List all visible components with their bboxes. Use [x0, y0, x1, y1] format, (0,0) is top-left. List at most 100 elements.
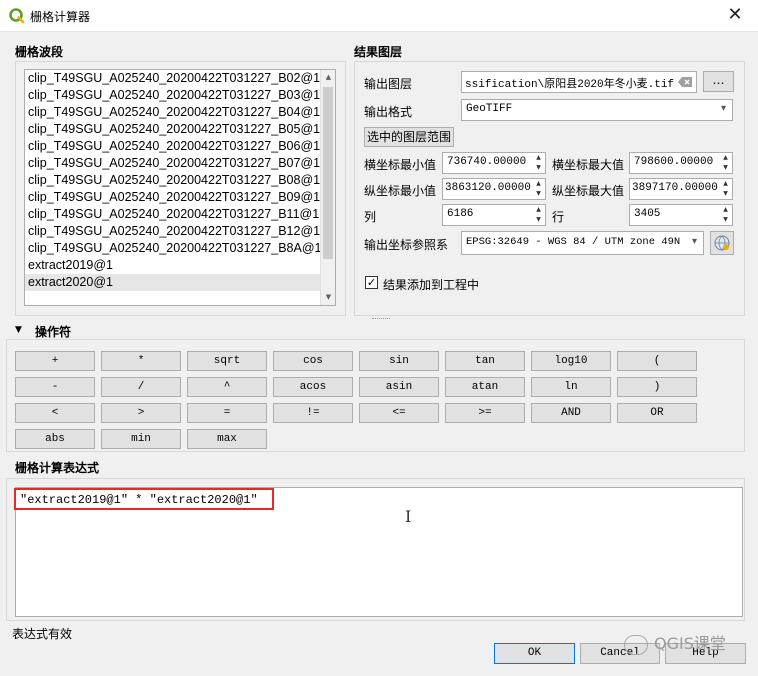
operator-button[interactable]: abs	[15, 429, 95, 449]
operator-button[interactable]: >	[101, 403, 181, 423]
spin-arrows[interactable]: ▲ ▼	[532, 153, 545, 173]
wechat-icon	[624, 634, 648, 655]
crs-selector-button[interactable]	[710, 231, 734, 255]
operator-button[interactable]: max	[187, 429, 267, 449]
ymax-spinbox[interactable]: 3897170.00000 ▲ ▼	[629, 178, 733, 200]
operator-button[interactable]: !=	[273, 403, 353, 423]
watermark-text: QGIS课堂	[654, 634, 726, 653]
operator-button[interactable]: min	[101, 429, 181, 449]
band-list-item[interactable]: clip_T49SGU_A025240_20200422T031227_B11@…	[25, 206, 335, 223]
watermark: QGIS课堂	[624, 632, 754, 656]
spin-arrows[interactable]: ▲ ▼	[532, 179, 545, 199]
operator-button[interactable]: <=	[359, 403, 439, 423]
globe-icon	[714, 235, 730, 251]
band-items: clip_T49SGU_A025240_20200422T031227_B02@…	[25, 70, 335, 291]
band-list-item[interactable]: clip_T49SGU_A025240_20200422T031227_B08@…	[25, 172, 335, 189]
operator-button[interactable]: sin	[359, 351, 439, 371]
band-list-item[interactable]: extract2019@1	[25, 257, 335, 274]
band-list-item[interactable]: clip_T49SGU_A025240_20200422T031227_B07@…	[25, 155, 335, 172]
ymax-label: 纵坐标最大值	[552, 184, 625, 198]
operator-button[interactable]: <	[15, 403, 95, 423]
window-title: 栅格计算器	[30, 10, 91, 24]
operator-button[interactable]: >=	[445, 403, 525, 423]
band-list-item[interactable]: clip_T49SGU_A025240_20200422T031227_B09@…	[25, 189, 335, 206]
expression-group-title: 栅格计算表达式	[15, 461, 100, 475]
operator-button[interactable]: /	[101, 377, 181, 397]
operator-button[interactable]: log10	[531, 351, 611, 371]
spin-arrows[interactable]: ▲ ▼	[719, 153, 732, 173]
xmax-label: 横坐标最大值	[552, 158, 625, 172]
operator-button[interactable]: cos	[273, 351, 353, 371]
operator-button[interactable]: +	[15, 351, 95, 371]
operator-button[interactable]: AND	[531, 403, 611, 423]
operator-button[interactable]: acos	[273, 377, 353, 397]
cols-label: 列	[364, 210, 377, 224]
browse-button[interactable]: …	[703, 71, 734, 92]
add-to-project-checkbox[interactable]: ✓	[365, 276, 378, 289]
splitter-handle[interactable]	[372, 318, 390, 320]
rows-label: 行	[552, 210, 565, 224]
chevron-down-icon: ▾	[691, 236, 697, 247]
scroll-thumb[interactable]	[323, 87, 333, 259]
qgis-logo-icon	[9, 8, 25, 24]
xmax-spinbox[interactable]: 798600.00000 ▲ ▼	[629, 152, 733, 174]
crs-label: 输出坐标参照系	[364, 238, 449, 252]
xmax-value: 798600.00000	[634, 156, 714, 168]
scroll-down-icon[interactable]: ▼	[321, 290, 335, 305]
operator-button[interactable]: sqrt	[187, 351, 267, 371]
close-icon[interactable]: ✕	[712, 0, 758, 32]
highlight-box	[14, 488, 274, 510]
operator-button[interactable]: *	[101, 351, 181, 371]
chevron-down-icon: ▾	[720, 103, 726, 114]
band-list-item[interactable]: clip_T49SGU_A025240_20200422T031227_B06@…	[25, 138, 335, 155]
operator-button[interactable]: =	[187, 403, 267, 423]
operator-button[interactable]: OR	[617, 403, 697, 423]
collapse-triangle-icon[interactable]: ▼	[15, 325, 22, 335]
expression-status: 表达式有效	[12, 627, 73, 641]
selected-layer-extent-button[interactable]: 选中的图层范围	[364, 127, 454, 147]
spin-arrows[interactable]: ▲ ▼	[719, 205, 732, 225]
band-list-item[interactable]: clip_T49SGU_A025240_20200422T031227_B05@…	[25, 121, 335, 138]
scroll-up-icon[interactable]: ▲	[321, 70, 335, 85]
band-list-item[interactable]: clip_T49SGU_A025240_20200422T031227_B8A@…	[25, 240, 335, 257]
xmin-spinbox[interactable]: 736740.00000 ▲ ▼	[442, 152, 546, 174]
operator-button[interactable]: ^	[187, 377, 267, 397]
result-group-title: 结果图层	[354, 45, 403, 59]
band-list-item[interactable]: clip_T49SGU_A025240_20200422T031227_B04@…	[25, 104, 335, 121]
band-list-item[interactable]: clip_T49SGU_A025240_20200422T031227_B02@…	[25, 70, 335, 87]
bands-group-title: 栅格波段	[15, 45, 64, 59]
band-list[interactable]: clip_T49SGU_A025240_20200422T031227_B02@…	[24, 69, 336, 306]
crs-value: EPSG:32649 - WGS 84 / UTM zone 49N	[466, 236, 681, 248]
xmin-value: 736740.00000	[447, 156, 527, 168]
operator-button[interactable]: ln	[531, 377, 611, 397]
ymin-value: 3863120.00000	[445, 182, 531, 194]
operator-button[interactable]: (	[617, 351, 697, 371]
spin-arrows[interactable]: ▲ ▼	[532, 205, 545, 225]
spin-arrows[interactable]: ▲ ▼	[719, 179, 732, 199]
clear-icon[interactable]	[677, 75, 693, 89]
output-layer-label: 输出图层	[364, 77, 413, 91]
operator-button[interactable]: tan	[445, 351, 525, 371]
rows-spinbox[interactable]: 3405 ▲ ▼	[629, 204, 733, 226]
operators-group-title: 操作符	[35, 325, 72, 339]
output-format-select[interactable]: GeoTIFF ▾	[461, 99, 733, 121]
band-list-item[interactable]: extract2020@1	[25, 274, 335, 291]
crs-select[interactable]: EPSG:32649 - WGS 84 / UTM zone 49N ▾	[461, 231, 704, 255]
operator-button[interactable]: )	[617, 377, 697, 397]
operator-button[interactable]: -	[15, 377, 95, 397]
ymin-spinbox[interactable]: 3863120.00000 ▲ ▼	[442, 178, 546, 200]
ymin-label: 纵坐标最小值	[364, 184, 437, 198]
operator-button[interactable]: asin	[359, 377, 439, 397]
operator-button[interactable]: atan	[445, 377, 525, 397]
band-list-item[interactable]: clip_T49SGU_A025240_20200422T031227_B12@…	[25, 223, 335, 240]
ok-button[interactable]: OK	[494, 643, 575, 664]
band-list-scrollbar[interactable]: ▲ ▼	[320, 70, 335, 305]
output-layer-field[interactable]: ssification\原阳县2020年冬小麦.tif	[461, 71, 697, 93]
band-list-item[interactable]: clip_T49SGU_A025240_20200422T031227_B03@…	[25, 87, 335, 104]
cols-value: 6186	[447, 208, 474, 220]
cols-spinbox[interactable]: 6186 ▲ ▼	[442, 204, 546, 226]
text-cursor-icon: I	[405, 507, 412, 526]
output-format-label: 输出格式	[364, 105, 413, 119]
output-format-value: GeoTIFF	[466, 103, 513, 115]
output-layer-value: ssification\原阳县2020年冬小麦.tif	[465, 79, 675, 91]
